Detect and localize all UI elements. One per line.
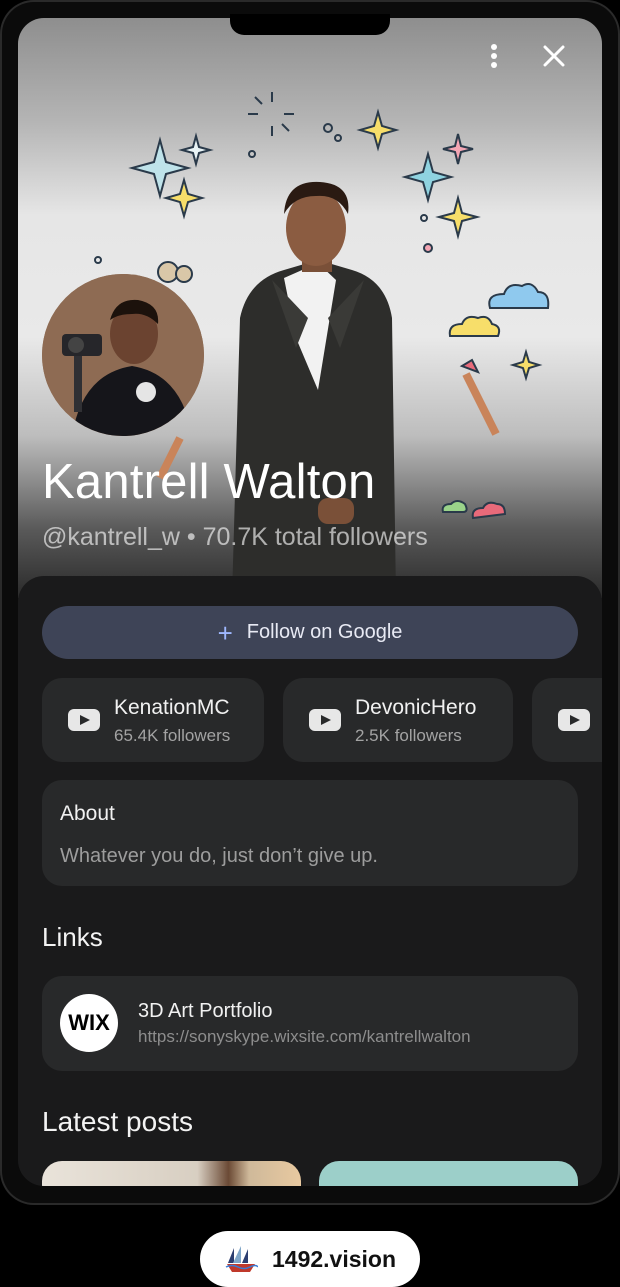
phone-frame: Kantrell Walton @kantrell_w • 70.7K tota…	[0, 0, 620, 1205]
watermark-text: 1492.vision	[271, 1245, 397, 1272]
link-card-portfolio[interactable]: WIX 3D Art Portfolio https://sonyskype.w…	[42, 976, 578, 1071]
link-url: https://sonyskype.wixsite.com/kantrellwa…	[138, 1027, 471, 1046]
channel-card-kenationmc[interactable]: KenationMC 65.4K followers	[42, 678, 264, 762]
follow-on-google-button[interactable]: + Follow on Google	[42, 606, 578, 659]
profile-subtitle: @kantrell_w • 70.7K total followers	[42, 523, 428, 551]
links-heading: Links	[42, 922, 103, 952]
channel-followers: 65.4K followers	[114, 726, 231, 745]
about-card: About Whatever you do, just don’t give u…	[42, 780, 578, 886]
avatar	[42, 274, 204, 436]
about-text: Whatever you do, just don’t give up.	[60, 845, 378, 867]
channel-name: DevonicHero	[355, 696, 477, 719]
screen: Kantrell Walton @kantrell_w • 70.7K tota…	[18, 18, 602, 1186]
channel-list: KenationMC 65.4K followers DevonicHero 2…	[42, 678, 602, 762]
more-vert-icon[interactable]	[478, 40, 510, 72]
camera-notch	[230, 14, 390, 35]
ship-logo-icon	[225, 1246, 258, 1272]
channel-card-devonichero[interactable]: DevonicHero 2.5K followers	[283, 678, 513, 762]
link-title: 3D Art Portfolio	[138, 1000, 273, 1022]
youtube-icon	[68, 709, 100, 731]
channel-followers: 2.5K followers	[355, 726, 462, 745]
youtube-icon	[309, 709, 341, 731]
about-heading: About	[60, 802, 115, 825]
post-thumbnail[interactable]	[42, 1161, 301, 1186]
latest-posts-heading: Latest posts	[42, 1106, 193, 1137]
profile-name: Kantrell Walton	[42, 455, 376, 509]
close-icon[interactable]	[538, 40, 570, 72]
channel-name: KenationMC	[114, 696, 230, 719]
post-thumbnail[interactable]	[319, 1161, 578, 1186]
wix-logo: WIX	[60, 994, 118, 1052]
profile-header: Kantrell Walton @kantrell_w • 70.7K tota…	[18, 18, 602, 598]
follow-label: Follow on Google	[246, 621, 403, 643]
watermark-badge: 1492.vision	[200, 1231, 420, 1287]
youtube-icon	[558, 709, 590, 731]
channel-card-partial[interactable]	[532, 678, 602, 762]
plus-icon: +	[217, 617, 233, 648]
profile-panel: + Follow on Google KenationMC 65.4K foll…	[18, 576, 602, 1186]
